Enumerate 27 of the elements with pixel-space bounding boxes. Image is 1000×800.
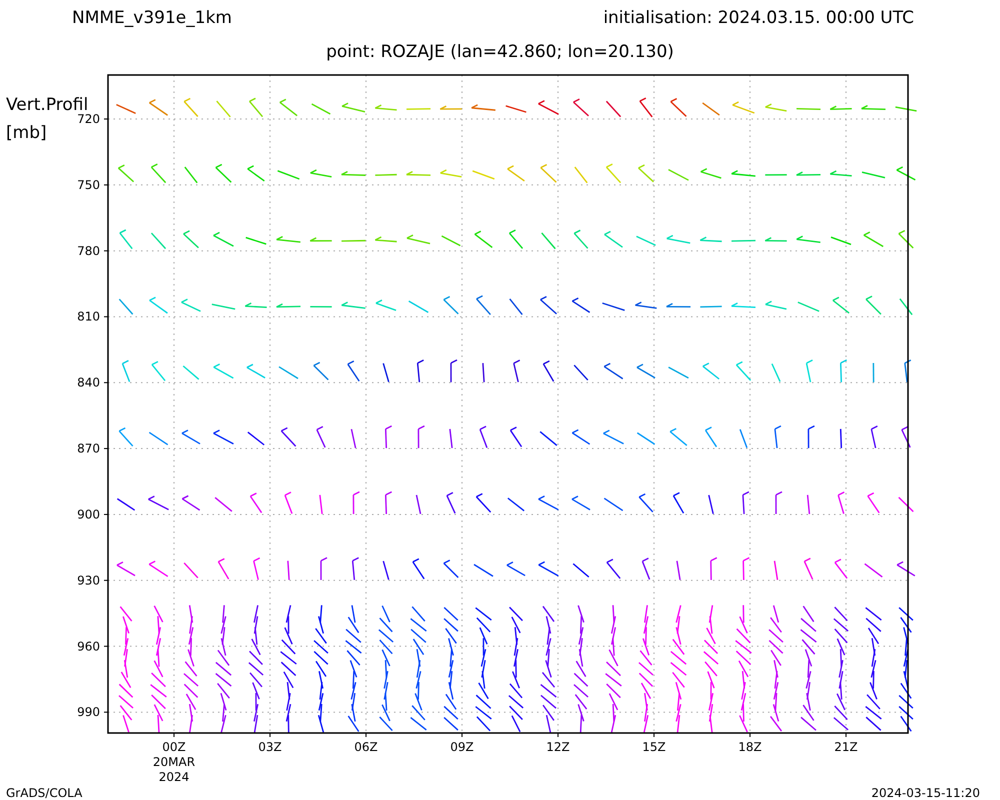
axis-tick-label: 720 bbox=[77, 112, 100, 126]
axis-title: Vert.Profil bbox=[6, 95, 88, 115]
axis-tick-label: 930 bbox=[77, 573, 100, 588]
axis-tick-label: 750 bbox=[77, 178, 100, 192]
axis-tick-label: 00Z bbox=[162, 740, 186, 754]
chart-title: point: ROZAJE (lan=42.860; lon=20.130) bbox=[326, 42, 674, 62]
axis-tick-label: 09Z bbox=[450, 740, 474, 754]
axis-tick-label: 810 bbox=[77, 310, 100, 324]
model-name: NMME_v391e_1km bbox=[72, 8, 232, 30]
axis-tick-label: 990 bbox=[77, 705, 100, 720]
axis-tick-label: 18Z bbox=[738, 740, 762, 754]
axis-tick-label: 21Z bbox=[834, 740, 858, 754]
axis-title: [mb] bbox=[6, 123, 47, 143]
axis-tick-label: 870 bbox=[77, 442, 100, 456]
axis-tick-label: 03Z bbox=[258, 740, 282, 754]
axis-tick-label: 06Z bbox=[354, 740, 378, 754]
axis-tick-label: 15Z bbox=[642, 740, 666, 754]
axis-tick-label: 900 bbox=[77, 507, 100, 522]
software-credit: GrADS/COLA bbox=[6, 786, 82, 800]
date-label: 20MAR bbox=[152, 755, 196, 769]
date-label: 2024 bbox=[158, 770, 190, 784]
axis-tick-label: 780 bbox=[77, 244, 100, 258]
axis-tick-label: 12Z bbox=[546, 740, 570, 754]
initialisation-time: initialisation: 2024.03.15. 00:00 UTC bbox=[603, 8, 914, 30]
axis-tick-label: 960 bbox=[77, 639, 100, 654]
timestamp: 2024-03-15-11:20 bbox=[871, 786, 980, 800]
axis-tick-label: 840 bbox=[77, 376, 100, 390]
